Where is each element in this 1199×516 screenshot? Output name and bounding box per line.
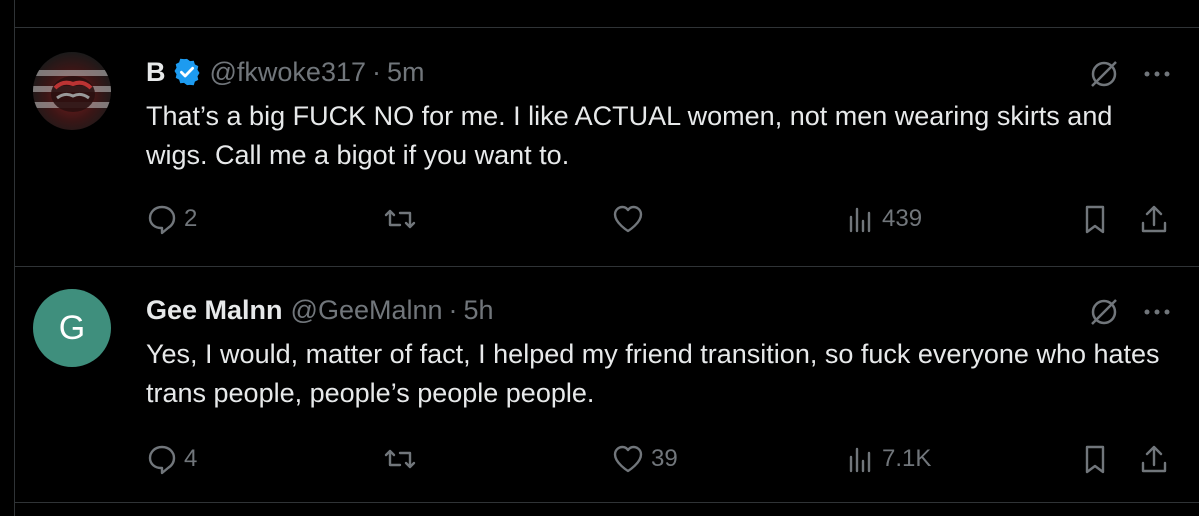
user-handle[interactable]: @fkwoke317 [210,57,367,88]
views-bar-chart-icon [846,203,876,235]
post-1-top-icons [1087,57,1171,91]
grok-icon[interactable] [1087,57,1121,91]
separator-dot: · [372,56,381,87]
heart-icon [611,443,645,475]
heart-icon [611,203,645,235]
share-button[interactable] [1139,443,1169,475]
avatar-letter[interactable]: G [33,289,111,367]
share-icon [1139,443,1169,475]
views-button[interactable]: 439 [846,203,922,235]
like-button[interactable] [611,203,651,235]
display-name[interactable]: B [146,57,166,88]
avatar-fist[interactable] [33,52,111,130]
divider-middle [14,266,1199,267]
bookmark-icon [1080,443,1110,475]
reply-button[interactable]: 4 [146,443,197,475]
views-count: 439 [882,205,923,232]
reply-button[interactable]: 2 [146,203,197,235]
bookmark-button[interactable] [1080,443,1110,475]
post-2-top-icons [1087,295,1171,329]
share-button[interactable] [1139,203,1169,235]
post-1-text: That’s a big FUCK NO for me. I like ACTU… [146,101,1113,170]
timestamp[interactable]: 5m [387,57,425,88]
repost-button[interactable] [383,443,423,475]
reply-count: 4 [184,445,198,472]
reply-icon [146,443,178,475]
divider-bottom [14,502,1199,503]
repost-icon [383,443,417,475]
bookmark-icon [1080,203,1110,235]
separator-dot: · [448,294,458,325]
views-bar-chart-icon [846,443,876,475]
share-icon [1139,203,1169,235]
views-count: 7.1K [882,445,932,472]
more-options-icon[interactable] [1143,307,1171,317]
reply-count: 2 [184,205,198,232]
repost-icon [383,203,417,235]
more-options-icon[interactable] [1143,69,1171,79]
fist-flag-avatar-image [33,70,111,112]
reply-icon [146,203,178,235]
post-1-header: B @fkwoke317 · 5m [146,54,425,90]
timestamp[interactable]: 5h [464,295,494,326]
grok-icon[interactable] [1087,295,1121,329]
post-2-text: Yes, I would, matter of fact, I helped m… [146,339,1160,408]
like-button[interactable]: 39 [611,443,678,475]
views-button[interactable]: 7.1K [846,443,931,475]
user-handle[interactable]: @GeeMalnn [291,295,443,326]
verified-badge-icon[interactable] [172,57,202,87]
repost-button[interactable] [383,203,423,235]
like-count: 39 [651,445,678,472]
bookmark-button[interactable] [1080,203,1110,235]
post-2-header: Gee Malnn @GeeMalnn · 5h [146,292,494,328]
divider-top [14,27,1199,28]
display-name[interactable]: Gee Malnn [146,295,283,326]
thread-left-border [14,0,15,516]
